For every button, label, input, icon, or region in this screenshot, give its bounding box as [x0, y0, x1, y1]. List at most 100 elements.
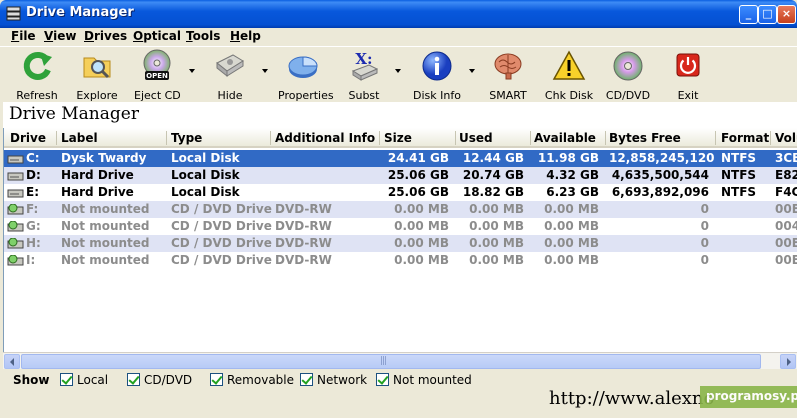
eject-cd-button[interactable]: OPEN Eject CD	[134, 49, 181, 102]
chk-disk-label: Chk Disk	[544, 89, 594, 102]
maximize-button[interactable]: □	[758, 5, 777, 24]
table-row[interactable]: C: Dysk Twardy Local Disk 24.41 GB 12.44 GB 1…	[4, 150, 797, 167]
column-format[interactable]: Format	[721, 131, 769, 145]
subst-button[interactable]: X: Subst	[342, 49, 386, 102]
cell-available: 11.98 GB	[537, 151, 599, 165]
menu-help[interactable]: Help	[230, 29, 261, 43]
cell-format: NTFS	[721, 168, 757, 182]
refresh-icon	[23, 51, 52, 80]
cell-bytes-free: 0	[700, 253, 709, 267]
chk-disk-button[interactable]: Chk Disk	[544, 49, 594, 102]
toolbar: Refresh Explore OPEN Eject CD Hide Prope…	[0, 46, 797, 102]
table-row[interactable]: D: Hard Drive Local Disk 25.06 GB 20.74 GB 4.…	[4, 167, 797, 184]
properties-label: Properties	[278, 89, 334, 102]
close-button[interactable]: ×	[777, 5, 796, 24]
menu-drives[interactable]: Drives	[84, 29, 127, 43]
menu-optical[interactable]: Optical	[133, 29, 181, 43]
table-row[interactable]: F: Not mounted CD / DVD Drive DVD-RW 0.00 MB…	[4, 201, 797, 218]
cell-used: 0.00 MB	[469, 236, 524, 250]
subst-dropdown-arrow-icon[interactable]	[395, 69, 401, 73]
refresh-button[interactable]: Refresh	[14, 49, 60, 102]
checkbox-checked-icon[interactable]	[210, 373, 223, 386]
cell-label: Hard Drive	[61, 185, 134, 199]
menu-view-label: iew	[53, 29, 77, 43]
cell-drive: C:	[26, 151, 40, 165]
column-available[interactable]: Available	[534, 131, 599, 145]
column-drive[interactable]: Drive	[10, 131, 46, 145]
scroll-right-button[interactable]	[780, 354, 796, 369]
menu-view[interactable]: View	[44, 29, 76, 43]
column-additional-info[interactable]: Additional Info	[275, 131, 375, 145]
cell-drive: G:	[26, 219, 41, 233]
exit-button[interactable]: Exit	[666, 49, 710, 102]
scroll-grip: |||	[380, 356, 387, 366]
table-row[interactable]: H: Not mounted CD / DVD Drive DVD-RW 0.00 MB…	[4, 235, 797, 252]
subst-glyph: X:	[355, 50, 372, 68]
column-volume[interactable]: Volu	[775, 131, 797, 145]
optical-drive-icon	[7, 204, 24, 215]
explore-button[interactable]: Explore	[74, 49, 120, 102]
table-row[interactable]: E: Hard Drive Local Disk 25.06 GB 18.82 GB 6.…	[4, 184, 797, 201]
scroll-left-button[interactable]	[4, 354, 20, 369]
table-row[interactable]: I: Not mounted CD / DVD Drive DVD-RW 0.00 MB…	[4, 252, 797, 269]
checkbox-checked-icon[interactable]	[300, 373, 313, 386]
cell-label: Not mounted	[61, 219, 150, 233]
scroll-thumb[interactable]: |||	[21, 354, 761, 369]
hide-label: Hide	[217, 89, 243, 102]
column-divider[interactable]	[379, 131, 380, 145]
column-type[interactable]: Type	[171, 131, 202, 145]
eject-dropdown-arrow-icon[interactable]	[189, 69, 195, 73]
cell-type: CD / DVD Drive	[171, 202, 272, 216]
disk-info-dropdown-arrow-icon[interactable]	[469, 69, 475, 73]
hard-drive-icon	[7, 189, 24, 198]
cell-size: 0.00 MB	[394, 253, 449, 267]
cell-drive: H:	[26, 236, 41, 250]
cell-additional-info: DVD-RW	[275, 253, 332, 267]
page-title: Drive Manager	[9, 104, 139, 124]
brain-icon	[494, 53, 522, 80]
hide-button[interactable]: Hide	[207, 49, 253, 102]
cell-drive: I:	[26, 253, 36, 267]
column-divider[interactable]	[455, 131, 456, 145]
cell-available: 4.32 GB	[546, 168, 599, 182]
cd-dvd-button[interactable]: CD/DVD	[604, 49, 652, 102]
eject-cd-label: Eject CD	[134, 89, 181, 102]
menu-optical-mnemonic: O	[133, 29, 144, 43]
eject-open-badge: OPEN	[146, 72, 168, 80]
smart-button[interactable]: SMART	[486, 49, 530, 102]
column-divider[interactable]	[270, 131, 271, 145]
cell-size: 0.00 MB	[394, 219, 449, 233]
column-bytes-free[interactable]: Bytes Free	[609, 131, 709, 145]
column-divider[interactable]	[770, 131, 771, 145]
cell-size: 25.06 GB	[387, 168, 449, 182]
horizontal-scrollbar[interactable]: |||	[3, 352, 797, 369]
disk-info-button[interactable]: Disk Info	[412, 49, 462, 102]
cell-additional-info: DVD-RW	[275, 219, 332, 233]
checkbox-checked-icon[interactable]	[376, 373, 389, 386]
cell-type: Local Disk	[171, 151, 240, 165]
cell-format: NTFS	[721, 151, 757, 165]
column-divider[interactable]	[605, 131, 606, 145]
show-not-mounted-label: Not mounted	[393, 373, 472, 387]
title-bar[interactable]: Drive Manager _ □ ×	[0, 0, 797, 28]
properties-button[interactable]: Properties	[278, 49, 334, 102]
column-divider[interactable]	[166, 131, 167, 145]
drive-app-icon	[6, 6, 21, 21]
hide-dropdown-arrow-icon[interactable]	[262, 69, 268, 73]
column-size[interactable]: Size	[384, 131, 449, 145]
cell-volume: 004	[775, 219, 797, 233]
cell-used: 0.00 MB	[469, 202, 524, 216]
table-row[interactable]: G: Not mounted CD / DVD Drive DVD-RW 0.00 MB…	[4, 218, 797, 235]
column-label[interactable]: Label	[61, 131, 98, 145]
column-used[interactable]: Used	[459, 131, 524, 145]
menu-file[interactable]: File	[11, 29, 36, 43]
minimize-button[interactable]: _	[739, 5, 758, 24]
column-divider[interactable]	[715, 131, 716, 145]
checkbox-checked-icon[interactable]	[127, 373, 140, 386]
checkbox-checked-icon[interactable]	[60, 373, 73, 386]
column-divider[interactable]	[56, 131, 57, 145]
hard-drive-icon	[7, 172, 24, 181]
drive-list[interactable]: Drive Label Type Additional Info Size Us…	[3, 128, 797, 352]
column-divider[interactable]	[530, 131, 531, 145]
menu-tools[interactable]: Tools	[186, 29, 220, 43]
